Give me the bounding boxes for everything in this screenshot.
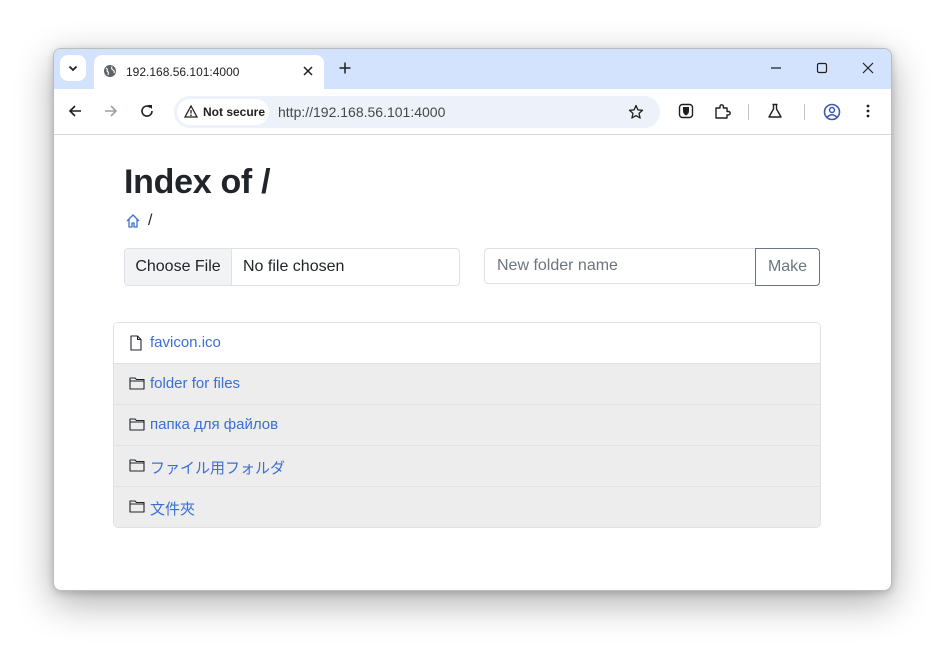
forward-arrow-icon[interactable] [103, 103, 119, 119]
entry-link[interactable]: папка для файлов [150, 416, 278, 433]
browser-window: 192.168.56.101:4000 Not secure http://19… [53, 48, 892, 591]
browser-toolbar: Not secure http://192.168.56.101:4000 [54, 89, 891, 135]
file-status-text: No file chosen [243, 258, 345, 275]
list-item[interactable]: папка для файлов [114, 404, 820, 445]
profile-avatar-icon[interactable] [823, 103, 841, 121]
folder-icon [129, 418, 145, 431]
folder-icon [129, 377, 145, 390]
entry-link[interactable]: 文件夾 [150, 498, 195, 519]
active-tab[interactable]: 192.168.56.101:4000 [94, 55, 324, 89]
back-arrow-icon[interactable] [67, 103, 83, 119]
list-item[interactable]: favicon.ico [114, 323, 820, 363]
extensions-puzzle-icon[interactable] [714, 103, 731, 120]
page-title: Index of / [124, 163, 271, 201]
list-item[interactable]: ファイル用フォルダ [114, 445, 820, 486]
labs-flask-icon[interactable] [767, 103, 783, 119]
list-item[interactable]: folder for files [114, 363, 820, 404]
chevron-down-icon [68, 65, 78, 72]
file-icon [130, 335, 142, 351]
bookmark-star-icon[interactable] [628, 104, 644, 120]
globe-icon [104, 65, 116, 77]
folder-icon [129, 459, 145, 472]
address-bar[interactable]: Not secure http://192.168.56.101:4000 [174, 96, 660, 128]
breadcrumb-separator: / [148, 212, 153, 229]
close-window-icon[interactable] [861, 61, 875, 75]
entry-link[interactable]: folder for files [150, 375, 240, 392]
security-label: Not secure [203, 105, 266, 119]
entry-link[interactable]: ファイル用フォルダ [150, 457, 285, 478]
close-tab-icon[interactable] [302, 65, 314, 77]
tab-strip: 192.168.56.101:4000 [54, 49, 891, 89]
url-text[interactable]: http://192.168.56.101:4000 [278, 104, 445, 120]
tab-search-button[interactable] [60, 55, 86, 81]
maximize-icon[interactable] [815, 61, 829, 75]
make-folder-button[interactable]: Make [755, 248, 820, 286]
bitwarden-shield-icon[interactable] [678, 103, 694, 119]
page-content: Index of / / Choose File No file chosen … [54, 135, 891, 590]
security-chip[interactable]: Not secure [177, 99, 269, 125]
new-folder-name-input[interactable] [484, 248, 756, 284]
entry-link[interactable]: favicon.ico [150, 334, 221, 351]
file-list: favicon.ico folder for files папка для ф… [113, 322, 821, 528]
minimize-icon[interactable] [769, 61, 783, 75]
home-icon[interactable] [125, 213, 141, 229]
reload-icon[interactable] [139, 103, 155, 119]
toolbar-divider [804, 104, 805, 120]
kebab-menu-icon[interactable] [860, 103, 876, 119]
toolbar-divider [748, 104, 749, 120]
file-upload-input[interactable]: Choose File No file chosen [124, 248, 460, 286]
tab-title: 192.168.56.101:4000 [126, 65, 240, 79]
warning-icon [184, 105, 198, 118]
choose-file-button[interactable]: Choose File [125, 249, 232, 285]
new-tab-icon[interactable] [338, 61, 352, 75]
list-item[interactable]: 文件夾 [114, 486, 820, 527]
folder-icon [129, 500, 145, 513]
